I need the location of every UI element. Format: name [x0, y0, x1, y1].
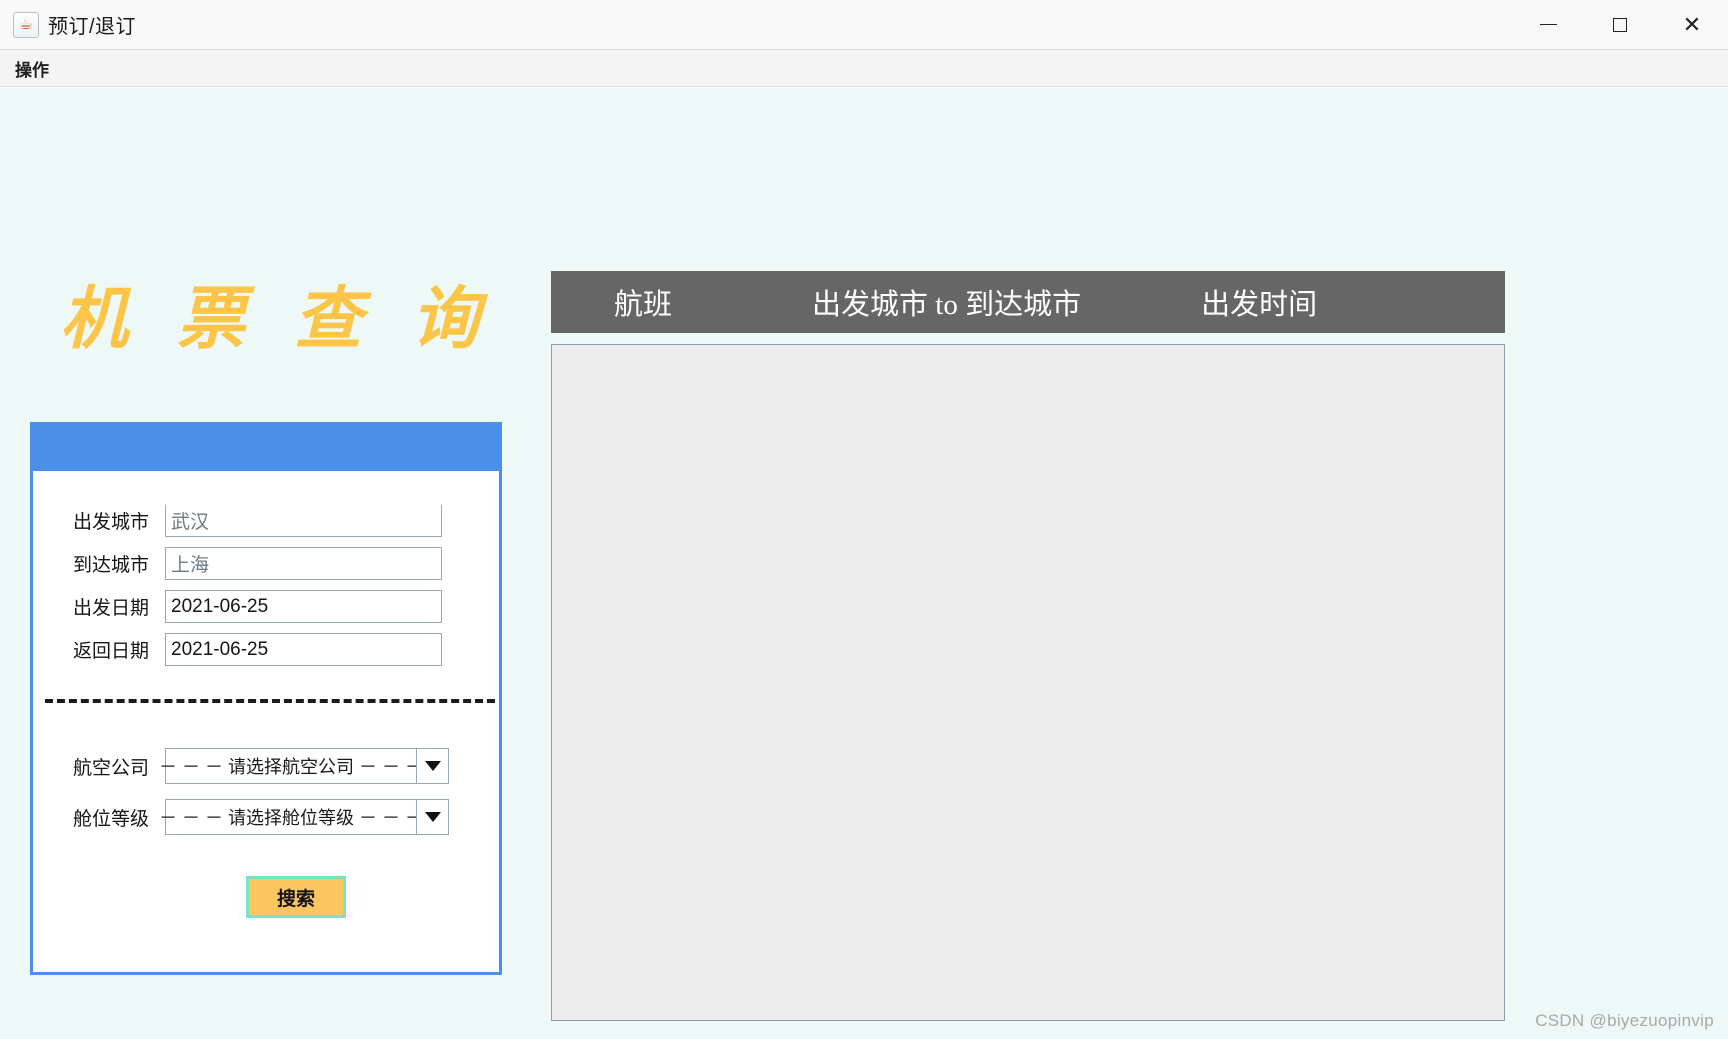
menu-item-operations[interactable]: 操作	[5, 53, 59, 84]
card-body: 出发城市 到达城市 出发日期 返回日期 航空公司	[33, 471, 499, 972]
maximize-button[interactable]	[1584, 0, 1656, 49]
page-title: 机 票 查 询	[60, 263, 495, 362]
field-row-arrival-city: 到达城市	[33, 542, 499, 585]
minimize-icon	[1540, 24, 1557, 25]
label-cabin-class: 舱位等级	[73, 804, 165, 831]
maximize-icon	[1613, 18, 1627, 32]
field-row-airline: 航空公司 － － － 请选择航空公司 － － －	[33, 743, 499, 789]
field-row-departure-date: 出发日期	[33, 585, 499, 628]
results-list-panel[interactable]	[551, 344, 1505, 1021]
column-header-departure-time: 出发时间	[1201, 281, 1317, 323]
section-divider	[45, 699, 495, 703]
cabin-class-select-value: － － － 请选择舱位等级 － － －	[166, 800, 416, 834]
title-bar-left: ☕ 预订/退订	[0, 10, 136, 39]
label-arrival-city: 到达城市	[73, 550, 165, 577]
column-header-route: 出发城市 to 到达城市	[812, 281, 1081, 323]
label-airline: 航空公司	[73, 753, 165, 780]
airline-select-value: － － － 请选择航空公司 － － －	[166, 749, 416, 783]
card-header-band	[33, 425, 499, 471]
chevron-down-icon[interactable]	[416, 749, 448, 783]
window-controls: ✕	[1512, 0, 1728, 49]
label-return-date: 返回日期	[73, 636, 165, 663]
window-title: 预订/退订	[48, 10, 136, 39]
field-row-return-date: 返回日期	[33, 628, 499, 671]
departure-date-input[interactable]	[165, 590, 442, 623]
column-header-flight: 航班	[614, 281, 672, 323]
label-departure-city: 出发城市	[73, 507, 165, 534]
chevron-down-icon[interactable]	[416, 800, 448, 834]
arrival-city-input[interactable]	[165, 547, 442, 580]
flight-search-card: 出发城市 到达城市 出发日期 返回日期 航空公司	[30, 422, 502, 975]
departure-city-input[interactable]	[165, 504, 442, 537]
cabin-class-select[interactable]: － － － 请选择舱位等级 － － －	[165, 799, 449, 835]
search-button[interactable]: 搜索	[246, 876, 346, 918]
minimize-button[interactable]	[1512, 0, 1584, 49]
application-window: ☕ 预订/退订 ✕ 操作 机 票 查 询 出发城市	[0, 0, 1728, 1039]
field-row-cabin-class: 舱位等级 － － － 请选择舱位等级 － － －	[33, 794, 499, 840]
return-date-input[interactable]	[165, 633, 442, 666]
close-button[interactable]: ✕	[1656, 0, 1728, 49]
airline-select[interactable]: － － － 请选择航空公司 － － －	[165, 748, 449, 784]
field-row-departure-city: 出发城市	[33, 499, 499, 542]
java-coffee-cup-icon: ☕	[13, 12, 39, 38]
menu-bar: 操作	[0, 50, 1728, 87]
label-departure-date: 出发日期	[73, 593, 165, 620]
main-content: 机 票 查 询 出发城市 到达城市 出发日期 返回日期	[0, 88, 1728, 1039]
close-icon: ✕	[1683, 14, 1701, 36]
results-column-header: 航班 出发城市 to 到达城市 出发时间	[551, 271, 1505, 333]
title-bar: ☕ 预订/退订 ✕	[0, 0, 1728, 50]
watermark-text: CSDN @biyezuopinvip	[1535, 1011, 1714, 1031]
